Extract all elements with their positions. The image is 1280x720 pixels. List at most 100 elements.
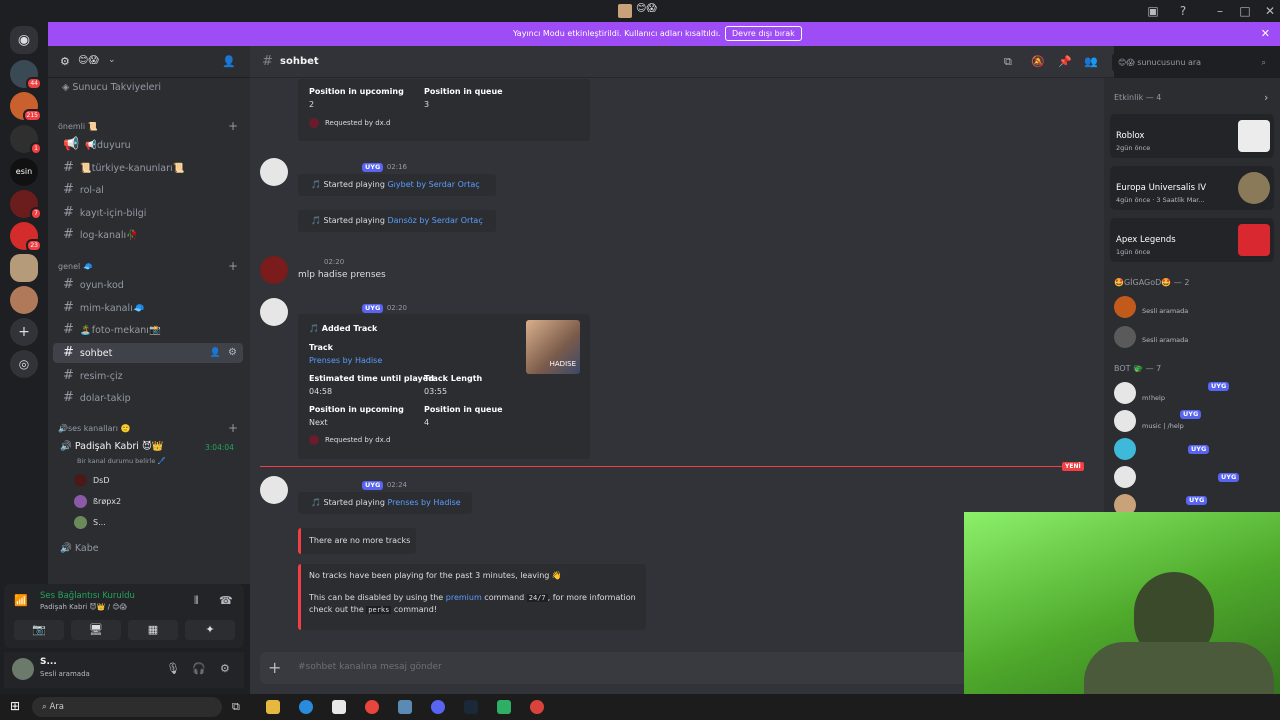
taskbar-search[interactable]: ⌕ Ara <box>32 697 222 717</box>
voice-channel-padisah[interactable]: 🔊 Padişah Kabri 😈👑 <box>60 441 164 452</box>
avatar[interactable] <box>260 476 288 504</box>
chrome-profile-icon[interactable] <box>530 700 544 714</box>
store-icon[interactable] <box>332 700 346 714</box>
channel-log-kanali[interactable]: # log-kanalı🥀 <box>53 225 243 245</box>
server-boosts-link[interactable]: ◈ Sunucu Takviyeleri <box>62 82 161 93</box>
bot-row[interactable]: UYG <box>1114 464 1274 488</box>
avatar[interactable] <box>260 256 288 284</box>
channel-kayit-icin-bilgi[interactable]: # kayıt-için-bilgi <box>53 203 243 223</box>
activities-button[interactable]: ▦ <box>128 620 178 640</box>
activity-card[interactable]: Europa Universalis IV 4gün önce · 3 Saatl… <box>1110 166 1274 210</box>
voice-user[interactable]: ßrøpx2 <box>74 495 121 508</box>
settings-gear-icon[interactable]: ⚙ <box>228 343 237 363</box>
app-icon[interactable] <box>497 700 511 714</box>
pin-icon[interactable]: 📌 <box>1058 55 1072 68</box>
channel-mim-kanali[interactable]: # mim-kanalı🧢 <box>53 298 243 318</box>
maximize-icon[interactable]: □ <box>1235 3 1255 19</box>
server-icon[interactable]: 1 <box>10 125 42 155</box>
voice-connected-sub[interactable]: Padişah Kabri 😈👑 / 😊😱 <box>40 603 127 611</box>
headphones-icon[interactable]: 🎧 <box>192 662 206 675</box>
chrome-icon[interactable] <box>365 700 379 714</box>
track-link[interactable]: Gıybet by Serdar Ortaç <box>387 180 479 189</box>
message-input[interactable]: #sohbet kanalına mesaj gönder <box>298 662 442 672</box>
bot-row[interactable]: UYG m!help <box>1114 380 1274 404</box>
channel-oyun-kod[interactable]: # oyun-kod <box>53 275 243 295</box>
camera-off-button[interactable]: 📷 <box>14 620 64 640</box>
track-thumbnail[interactable]: HADISE <box>526 320 580 374</box>
channel-duyuru[interactable]: 📢 📢duyuru <box>53 135 243 155</box>
add-channel-icon[interactable]: + <box>228 421 238 435</box>
bot-row[interactable]: UYG music | /help <box>1114 408 1274 432</box>
server-icon[interactable]: 215 <box>10 92 42 122</box>
disable-streamer-mode-button[interactable]: Devre dışı bırak <box>725 26 802 41</box>
avatar[interactable] <box>260 158 288 186</box>
help-icon[interactable]: ? <box>1173 3 1193 19</box>
track-link[interactable]: Dansöz by Serdar Ortaç <box>387 216 482 225</box>
add-channel-icon[interactable]: + <box>228 259 238 273</box>
server-icon[interactable]: 7 <box>10 190 42 220</box>
discord-home-icon[interactable]: ◉ <box>10 26 38 54</box>
server-header[interactable]: ⚙ 😊😱 ⌄ 👤 <box>48 46 250 78</box>
close-icon[interactable]: ✕ <box>1260 3 1280 19</box>
edge-icon[interactable] <box>299 700 313 714</box>
voice-channel-kabe[interactable]: 🔊 Kabe <box>60 543 99 554</box>
bot-row[interactable]: UYG <box>1114 436 1274 460</box>
steam-icon[interactable] <box>464 700 478 714</box>
server-icon[interactable]: 23 <box>10 222 42 252</box>
category-onemli[interactable]: önemli 📜 <box>58 122 98 131</box>
voice-status[interactable]: Bir kanal durumu belirle 🖊️ <box>77 457 166 465</box>
avatar[interactable] <box>12 658 34 680</box>
username[interactable]: S... <box>40 657 57 667</box>
avatar[interactable] <box>260 298 288 326</box>
attach-plus-icon[interactable]: + <box>268 658 281 677</box>
windows-start-icon[interactable]: ⊞ <box>10 699 20 713</box>
premium-link[interactable]: premium <box>446 593 482 602</box>
soundboard-button[interactable]: ✦ <box>185 620 235 640</box>
user-settings-icon[interactable]: ⚙ <box>220 662 230 675</box>
member-list-icon[interactable]: 👥 <box>1084 55 1098 68</box>
channel-rol-al[interactable]: # rol-al <box>53 180 243 200</box>
noise-icon[interactable]: ⫴ <box>194 594 199 608</box>
screen-share-button[interactable]: 🖥 <box>71 620 121 640</box>
discord-taskbar-icon[interactable] <box>431 700 445 714</box>
invite-icon[interactable]: 👤 <box>210 343 221 363</box>
channel-turkiye-kanunlari[interactable]: # 📜türkiye-kanunları📜 <box>53 158 243 178</box>
discover-icon[interactable]: ◎ <box>10 350 38 378</box>
chevron-right-icon[interactable]: › <box>1264 91 1268 104</box>
channel-sohbet[interactable]: # sohbet 👤 ⚙ <box>53 343 243 363</box>
minimize-icon[interactable]: – <box>1210 3 1230 19</box>
search-input[interactable]: 😊😱 sunucusunu ara ⌕ <box>1112 53 1272 72</box>
disconnect-icon[interactable]: ☎ <box>219 594 233 607</box>
channel-resim-ciz[interactable]: # resim-çiz <box>53 366 243 386</box>
task-view-icon[interactable]: ⧉ <box>232 700 246 714</box>
bot-row[interactable]: UYG <box>1114 492 1274 512</box>
activity-card[interactable]: Apex Legends 1gün önce <box>1110 218 1274 262</box>
voice-user[interactable]: DsD <box>74 474 110 487</box>
microphone-icon[interactable]: 🎙 <box>166 662 180 675</box>
add-server-icon[interactable]: + <box>10 318 38 346</box>
activity-card[interactable]: Roblox 2gün önce <box>1110 114 1274 158</box>
server-icon[interactable]: 44 <box>10 60 42 90</box>
avatar <box>309 118 319 128</box>
voice-connected-title[interactable]: Ses Bağlantısı Kuruldu <box>40 591 135 601</box>
member-row[interactable]: Sesli aramada <box>1114 294 1274 318</box>
server-icon-esin[interactable]: esin <box>10 158 38 186</box>
app-icon[interactable] <box>398 700 412 714</box>
channel-dolar-takip[interactable]: # dolar-takip <box>53 388 243 408</box>
banner-close-icon[interactable]: ✕ <box>1261 22 1270 46</box>
track-link[interactable]: Prenses by Hadise <box>309 356 382 365</box>
member-row[interactable]: Sesli aramada <box>1114 324 1274 348</box>
threads-icon[interactable]: ⧉ <box>1004 55 1012 69</box>
invite-icon[interactable]: 👤 <box>222 55 236 68</box>
notification-bell-icon[interactable]: 🔕 <box>1031 55 1045 68</box>
category-genel[interactable]: genel 🧢 <box>58 262 93 271</box>
channel-foto-mekani[interactable]: # 🏝️foto-mekanı📸 <box>53 320 243 340</box>
category-ses[interactable]: 🔊ses kanalları 🙂 <box>58 424 131 433</box>
inbox-icon[interactable]: ▣ <box>1143 3 1163 19</box>
file-explorer-icon[interactable] <box>266 700 280 714</box>
server-icon[interactable] <box>10 286 38 314</box>
add-channel-icon[interactable]: + <box>228 119 238 133</box>
voice-user[interactable]: S... <box>74 516 106 529</box>
server-icon-active[interactable] <box>10 254 38 282</box>
track-link[interactable]: Prenses by Hadise <box>387 498 460 507</box>
